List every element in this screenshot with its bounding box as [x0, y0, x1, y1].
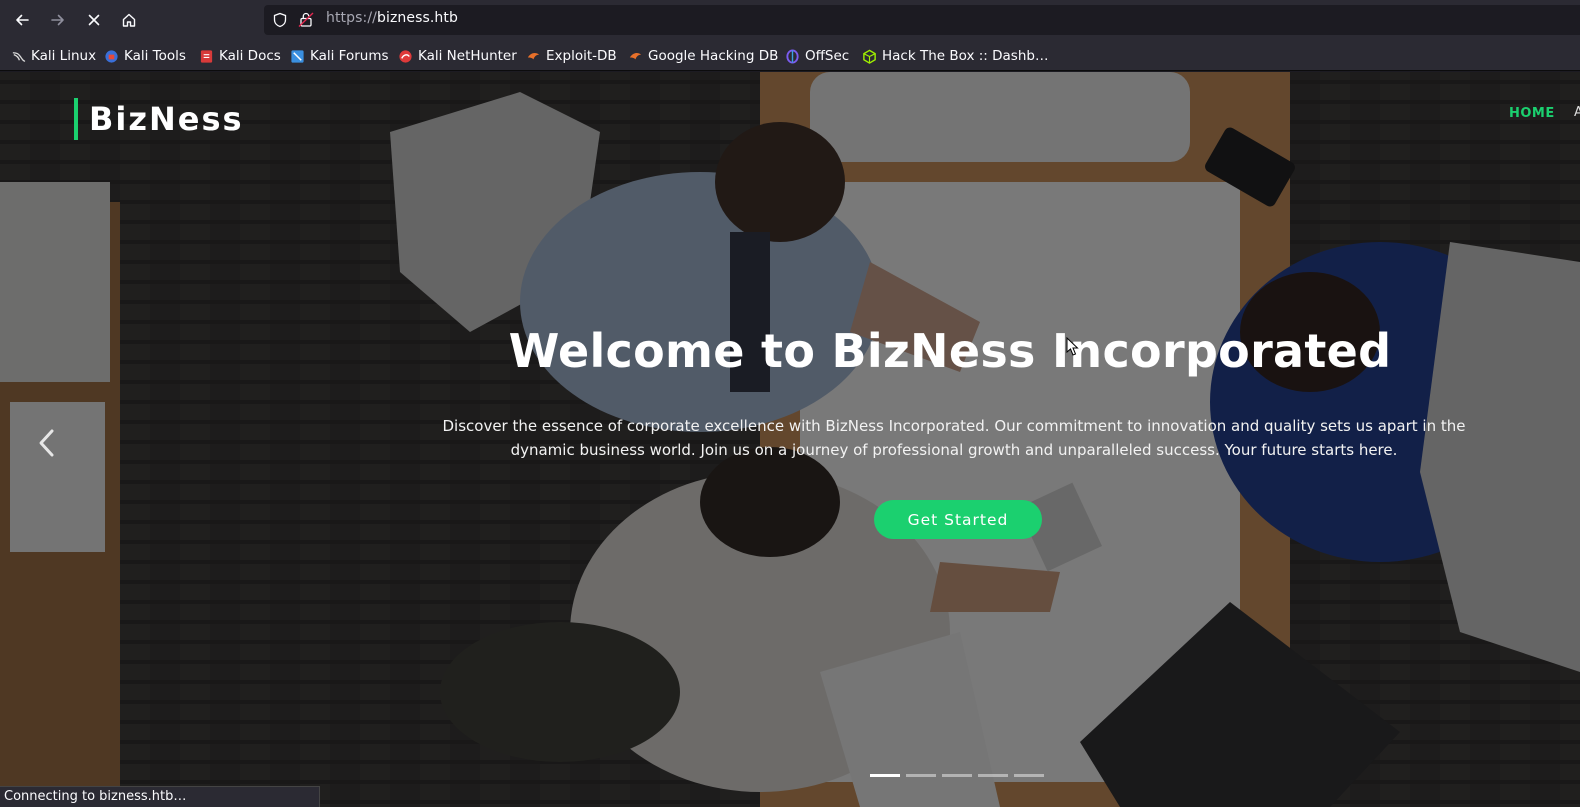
bookmark-label: OffSec	[805, 48, 850, 64]
hero-description: Discover the essence of corporate excell…	[442, 417, 1466, 459]
hero-title: Welcome to BizNess Incorporated	[508, 324, 1392, 378]
bookmark-label: Exploit-DB	[546, 48, 617, 64]
carousel-indicator[interactable]	[870, 774, 900, 777]
shield-icon[interactable]	[272, 12, 288, 28]
bookmark-label: Kali Forums	[310, 48, 389, 64]
nav-link-next[interactable]: A	[1574, 105, 1580, 120]
carousel-indicator[interactable]	[906, 774, 936, 777]
url-text[interactable]: https://bizness.htb	[326, 10, 458, 26]
bookmark-kali-tools[interactable]: Kali Tools	[104, 46, 186, 66]
carousel-indicator[interactable]	[978, 774, 1008, 777]
close-icon	[88, 14, 100, 26]
kali-nethunter-icon	[399, 49, 412, 63]
home-button[interactable]	[115, 6, 143, 34]
htb-icon	[863, 49, 876, 64]
bookmark-label: Hack The Box :: Dashb…	[882, 48, 1049, 64]
back-button[interactable]	[8, 6, 36, 34]
carousel-prev-chevron-icon[interactable]	[36, 428, 58, 458]
bookmark-label: Kali Linux	[31, 48, 97, 64]
bookmark-hack-the-box[interactable]: Hack The Box :: Dashb…	[862, 46, 1048, 66]
url-protocol: https://	[326, 10, 377, 26]
nav-link-home[interactable]: HOME	[1509, 106, 1555, 121]
get-started-button[interactable]: Get Started	[874, 500, 1042, 539]
bookmark-label: Kali Tools	[124, 48, 186, 64]
offsec-icon	[786, 48, 799, 64]
bookmarks-toolbar: Kali Linux Kali Tools Kali Docs Kali For…	[0, 40, 1580, 71]
bookmark-offsec[interactable]: OffSec	[785, 46, 849, 66]
exploit-db-icon	[527, 52, 540, 59]
ghdb-icon	[629, 52, 642, 59]
bookmark-kali-linux[interactable]: Kali Linux	[11, 46, 96, 66]
kali-docs-icon	[200, 49, 213, 63]
bookmark-label: Kali NetHunter	[418, 48, 517, 64]
stop-button[interactable]	[80, 6, 108, 34]
carousel-indicator[interactable]	[942, 774, 972, 777]
bookmark-kali-forums[interactable]: Kali Forums	[290, 46, 389, 66]
bookmark-label: Google Hacking DB	[648, 48, 779, 64]
kali-tools-icon	[105, 49, 118, 63]
kali-forums-icon	[291, 49, 304, 63]
forward-button[interactable]	[44, 6, 72, 34]
kali-dragon-icon	[12, 51, 26, 62]
carousel-indicator[interactable]	[1014, 774, 1044, 777]
arrow-left-icon	[16, 14, 29, 26]
bookmark-label: Kali Docs	[219, 48, 281, 64]
bookmark-kali-nethunter[interactable]: Kali NetHunter	[398, 46, 517, 66]
url-host: bizness.htb	[376, 10, 458, 26]
bookmark-kali-docs[interactable]: Kali Docs	[199, 46, 281, 66]
carousel-indicators	[870, 774, 1044, 778]
bookmark-exploit-db[interactable]: Exploit-DB	[526, 46, 617, 66]
mouse-cursor-icon	[1066, 337, 1079, 356]
lock-icon[interactable]	[298, 11, 314, 28]
bookmark-google-hacking-db[interactable]: Google Hacking DB	[628, 46, 778, 66]
arrow-right-icon	[51, 14, 64, 26]
home-icon	[122, 13, 136, 27]
browser-toolbar: https://bizness.htb	[0, 0, 1580, 40]
page-viewport: BizNess HOME A Welcome to BizNess Incorp…	[0, 72, 1580, 807]
site-logo[interactable]: BizNess	[74, 98, 244, 140]
address-bar[interactable]: https://bizness.htb	[264, 5, 1580, 35]
status-bar: Connecting to bizness.htb…	[0, 786, 320, 807]
